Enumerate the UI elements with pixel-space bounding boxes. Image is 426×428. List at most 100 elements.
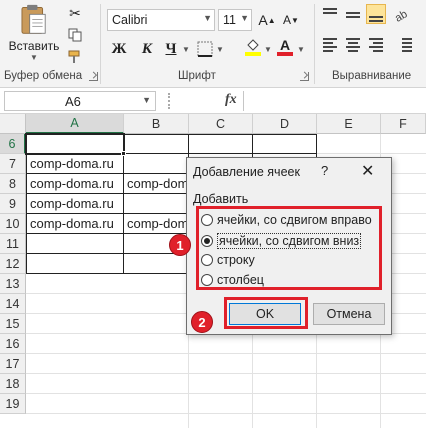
option-entire-row[interactable]: строку <box>201 253 255 267</box>
select-all-button[interactable] <box>0 114 26 134</box>
drag-handle-icon[interactable] <box>168 93 174 109</box>
row-header[interactable]: 7 <box>0 154 26 174</box>
font-color-letter: A <box>279 37 291 53</box>
formula-input[interactable] <box>243 91 426 111</box>
option-shift-right[interactable]: ячейки, со сдвигом вправо <box>201 213 372 227</box>
cell-b9[interactable] <box>124 194 189 214</box>
option-entire-column[interactable]: столбец <box>201 273 264 287</box>
option-shift-down[interactable]: ячейки, со сдвигом вниз <box>201 233 362 249</box>
row-header[interactable]: 17 <box>0 354 26 374</box>
cell-text: comp-doma.ru <box>30 196 114 211</box>
radio-button[interactable] <box>201 254 213 266</box>
row-header[interactable]: 10 <box>0 214 26 234</box>
row-header[interactable]: 8 <box>0 174 26 194</box>
fill-color-icon[interactable] <box>244 38 262 56</box>
column-header-f[interactable]: F <box>381 114 426 134</box>
cell-b8[interactable]: comp-dom <box>124 174 189 194</box>
row-header[interactable]: 15 <box>0 314 26 334</box>
cell-text: comp-doma.ru <box>30 156 114 171</box>
font-name-value: Calibri <box>112 13 148 27</box>
cell-a12[interactable] <box>26 254 124 274</box>
row-header[interactable]: 14 <box>0 294 26 314</box>
radio-button[interactable] <box>201 214 213 226</box>
align-left-icon[interactable] <box>320 34 340 54</box>
decrease-font-icon[interactable]: A ▼ <box>282 11 300 29</box>
increase-font-icon[interactable]: A ▲ <box>258 11 276 29</box>
font-size-select[interactable]: 11 ▼ <box>218 9 252 31</box>
cell-a10[interactable]: comp-doma.ru <box>26 214 124 234</box>
alignment-group-label: Выравнивание <box>332 70 412 82</box>
row-header[interactable]: 11 <box>0 234 26 254</box>
cell-c6[interactable] <box>189 134 253 154</box>
formula-bar: A6 ▼ fx <box>0 88 426 114</box>
column-label: F <box>399 116 407 131</box>
cell-a7[interactable]: comp-doma.ru <box>26 154 124 174</box>
badge-number: 1 <box>176 237 184 253</box>
cell-b7[interactable] <box>124 154 189 174</box>
column-header-b[interactable]: B <box>124 114 189 134</box>
cell-b6[interactable] <box>124 134 189 154</box>
name-box[interactable]: A6 ▼ <box>4 91 156 111</box>
row-header[interactable]: 16 <box>0 334 26 354</box>
step-badge-1: 1 <box>169 234 191 256</box>
indent-icon[interactable] <box>394 34 414 54</box>
bold-label: Ж <box>111 40 127 57</box>
ok-button[interactable]: OK <box>229 303 301 325</box>
cell-a9[interactable]: comp-doma.ru <box>26 194 124 214</box>
column-header-a[interactable]: A <box>26 114 124 134</box>
chevron-down-icon[interactable]: ▼ <box>216 45 224 54</box>
align-top-icon[interactable] <box>320 4 340 24</box>
close-icon[interactable]: ✕ <box>361 161 374 181</box>
radio-button[interactable] <box>201 274 213 286</box>
column-header-d[interactable]: D <box>253 114 317 134</box>
bold-button[interactable]: Ж <box>108 38 130 60</box>
row-header[interactable]: 19 <box>0 394 26 414</box>
chevron-down-icon[interactable]: ▼ <box>297 45 305 54</box>
align-middle-icon[interactable] <box>343 4 363 24</box>
cell-a6[interactable] <box>25 133 125 155</box>
radio-button[interactable] <box>201 235 213 247</box>
option-label: строку <box>217 253 255 267</box>
cell-b10[interactable]: comp-dom <box>124 214 189 234</box>
align-center-icon[interactable] <box>343 34 363 54</box>
row-header[interactable]: 13 <box>0 274 26 294</box>
radio-selected-dot <box>204 238 210 244</box>
cell-d6[interactable] <box>253 134 317 154</box>
cut-icon[interactable]: ✂ <box>66 4 84 22</box>
underline-label: Ч <box>165 40 177 57</box>
row-label: 10 <box>5 216 20 231</box>
format-painter-icon[interactable] <box>66 48 84 66</box>
italic-button[interactable]: К <box>136 38 158 60</box>
paste-button[interactable]: Вставить ▼ <box>6 4 62 62</box>
cell-b12[interactable] <box>124 254 189 274</box>
orientation-icon[interactable]: ab <box>393 4 414 25</box>
help-icon[interactable]: ? <box>321 163 328 178</box>
chevron-down-icon[interactable]: ▼ <box>30 53 38 62</box>
row-header[interactable]: 9 <box>0 194 26 214</box>
insert-function-button[interactable]: fx <box>225 92 237 108</box>
font-launcher-icon[interactable] <box>300 72 309 81</box>
column-header-e[interactable]: E <box>317 114 381 134</box>
align-bottom-icon[interactable] <box>366 4 386 24</box>
font-name-select[interactable]: Calibri ▼ <box>107 9 215 31</box>
row-header[interactable]: 12 <box>0 254 26 274</box>
column-header-c[interactable]: C <box>189 114 253 134</box>
row-header[interactable]: 6 <box>0 134 26 154</box>
chevron-down-icon[interactable]: ▼ <box>182 45 190 54</box>
cancel-button[interactable]: Отмена <box>313 303 385 325</box>
borders-icon[interactable] <box>196 40 214 58</box>
align-right-icon[interactable] <box>366 34 386 54</box>
underline-button[interactable]: Ч <box>160 38 182 60</box>
chevron-down-icon[interactable]: ▼ <box>264 45 272 54</box>
column-label: E <box>344 116 353 131</box>
clipboard-group-label: Буфер обмена <box>4 70 83 82</box>
row-header[interactable]: 18 <box>0 374 26 394</box>
fill-handle[interactable] <box>121 151 126 156</box>
copy-icon[interactable] <box>66 26 84 44</box>
clipboard-icon <box>21 4 46 34</box>
cell-a8[interactable]: comp-doma.ru <box>26 174 124 194</box>
clipboard-launcher-icon[interactable] <box>89 72 98 81</box>
cell-a11[interactable] <box>26 234 124 254</box>
chevron-down-icon: ▼ <box>142 95 151 105</box>
font-color-icon[interactable]: A <box>276 38 294 56</box>
